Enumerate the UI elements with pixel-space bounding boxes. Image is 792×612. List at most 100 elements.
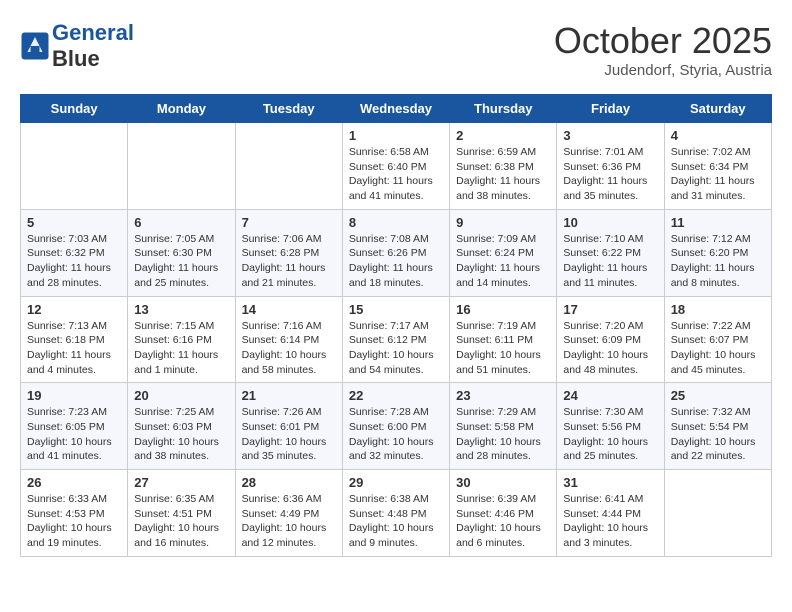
day-info: Sunrise: 6:33 AM Sunset: 4:53 PM Dayligh… <box>27 492 121 551</box>
day-info: Sunrise: 7:29 AM Sunset: 5:58 PM Dayligh… <box>456 405 550 464</box>
day-number: 21 <box>242 388 336 403</box>
day-info: Sunrise: 7:08 AM Sunset: 6:26 PM Dayligh… <box>349 232 443 291</box>
day-cell: 18 Sunrise: 7:22 AM Sunset: 6:07 PM Dayli… <box>664 296 771 383</box>
day-cell: 2Sunrise: 6:59 AM Sunset: 6:38 PM Daylig… <box>450 123 557 210</box>
week-row-1: 1 Sunrise: 6:58 AM Sunset: 6:40 PM Daylig… <box>21 123 772 210</box>
day-cell: 4Sunrise: 7:02 AM Sunset: 6:34 PM Daylig… <box>664 123 771 210</box>
day-cell: 11Sunrise: 7:12 AM Sunset: 6:20 PM Dayli… <box>664 209 771 296</box>
day-number: 26 <box>27 475 121 490</box>
day-number: 31 <box>563 475 657 490</box>
day-info: Sunrise: 7:28 AM Sunset: 6:00 PM Dayligh… <box>349 405 443 464</box>
day-cell: 26 Sunrise: 6:33 AM Sunset: 4:53 PM Dayli… <box>21 470 128 557</box>
day-number: 23 <box>456 388 550 403</box>
day-number: 8 <box>349 215 443 230</box>
day-cell: 12 Sunrise: 7:13 AM Sunset: 6:18 PM Dayli… <box>21 296 128 383</box>
day-number: 12 <box>27 302 121 317</box>
page-header: General Blue October 2025 Judendorf, Sty… <box>20 20 772 79</box>
weekday-monday: Monday <box>128 95 235 123</box>
day-number: 28 <box>242 475 336 490</box>
day-number: 2 <box>456 128 550 143</box>
day-info: Sunrise: 7:32 AM Sunset: 5:54 PM Dayligh… <box>671 405 765 464</box>
day-number: 1 <box>349 128 443 143</box>
day-info: Sunrise: 7:12 AM Sunset: 6:20 PM Dayligh… <box>671 232 765 291</box>
day-number: 10 <box>563 215 657 230</box>
day-number: 7 <box>242 215 336 230</box>
day-number: 5 <box>27 215 121 230</box>
day-info: Sunrise: 7:13 AM Sunset: 6:18 PM Dayligh… <box>27 319 121 378</box>
day-info: Sunrise: 6:39 AM Sunset: 4:46 PM Dayligh… <box>456 492 550 551</box>
day-cell: 15 Sunrise: 7:17 AM Sunset: 6:12 PM Dayli… <box>342 296 449 383</box>
day-info: Sunrise: 7:06 AM Sunset: 6:28 PM Dayligh… <box>242 232 336 291</box>
day-info: Sunrise: 7:10 AM Sunset: 6:22 PM Dayligh… <box>563 232 657 291</box>
logo-line2: Blue <box>52 46 134 72</box>
day-info: Sunrise: 6:38 AM Sunset: 4:48 PM Dayligh… <box>349 492 443 551</box>
day-cell: 29Sunrise: 6:38 AM Sunset: 4:48 PM Dayli… <box>342 470 449 557</box>
day-cell: 19Sunrise: 7:23 AM Sunset: 6:05 PM Dayli… <box>21 383 128 470</box>
day-cell: 28 Sunrise: 6:36 AM Sunset: 4:49 PM Dayli… <box>235 470 342 557</box>
weekday-friday: Friday <box>557 95 664 123</box>
day-number: 22 <box>349 388 443 403</box>
month-title: October 2025 <box>554 20 772 62</box>
day-number: 30 <box>456 475 550 490</box>
logo-icon <box>20 31 50 61</box>
day-info: Sunrise: 7:26 AM Sunset: 6:01 PM Dayligh… <box>242 405 336 464</box>
day-cell: 21 Sunrise: 7:26 AM Sunset: 6:01 PM Dayli… <box>235 383 342 470</box>
day-number: 18 <box>671 302 765 317</box>
calendar-header: SundayMondayTuesdayWednesdayThursdayFrid… <box>21 95 772 123</box>
weekday-thursday: Thursday <box>450 95 557 123</box>
day-number: 14 <box>242 302 336 317</box>
day-info: Sunrise: 7:01 AM Sunset: 6:36 PM Dayligh… <box>563 145 657 204</box>
day-info: Sunrise: 6:35 AM Sunset: 4:51 PM Dayligh… <box>134 492 228 551</box>
day-info: Sunrise: 7:09 AM Sunset: 6:24 PM Dayligh… <box>456 232 550 291</box>
location: Judendorf, Styria, Austria <box>554 62 772 79</box>
logo: General Blue <box>20 20 134 73</box>
day-cell: 24 Sunrise: 7:30 AM Sunset: 5:56 PM Dayli… <box>557 383 664 470</box>
day-cell: 10 Sunrise: 7:10 AM Sunset: 6:22 PM Dayli… <box>557 209 664 296</box>
day-cell <box>128 123 235 210</box>
calendar-table: SundayMondayTuesdayWednesdayThursdayFrid… <box>20 94 772 557</box>
day-cell: 23 Sunrise: 7:29 AM Sunset: 5:58 PM Dayli… <box>450 383 557 470</box>
day-cell: 25 Sunrise: 7:32 AM Sunset: 5:54 PM Dayli… <box>664 383 771 470</box>
day-info: Sunrise: 7:17 AM Sunset: 6:12 PM Dayligh… <box>349 319 443 378</box>
day-cell: 30 Sunrise: 6:39 AM Sunset: 4:46 PM Dayli… <box>450 470 557 557</box>
day-cell: 1 Sunrise: 6:58 AM Sunset: 6:40 PM Daylig… <box>342 123 449 210</box>
day-info: Sunrise: 6:36 AM Sunset: 4:49 PM Dayligh… <box>242 492 336 551</box>
day-info: Sunrise: 7:25 AM Sunset: 6:03 PM Dayligh… <box>134 405 228 464</box>
day-cell: 16Sunrise: 7:19 AM Sunset: 6:11 PM Dayli… <box>450 296 557 383</box>
day-number: 19 <box>27 388 121 403</box>
logo-text: General Blue <box>52 20 134 73</box>
day-info: Sunrise: 7:30 AM Sunset: 5:56 PM Dayligh… <box>563 405 657 464</box>
day-cell: 31 Sunrise: 6:41 AM Sunset: 4:44 PM Dayli… <box>557 470 664 557</box>
weekday-tuesday: Tuesday <box>235 95 342 123</box>
day-info: Sunrise: 7:20 AM Sunset: 6:09 PM Dayligh… <box>563 319 657 378</box>
day-cell <box>21 123 128 210</box>
day-cell: 6Sunrise: 7:05 AM Sunset: 6:30 PM Daylig… <box>128 209 235 296</box>
week-row-4: 19Sunrise: 7:23 AM Sunset: 6:05 PM Dayli… <box>21 383 772 470</box>
day-info: Sunrise: 6:41 AM Sunset: 4:44 PM Dayligh… <box>563 492 657 551</box>
day-number: 3 <box>563 128 657 143</box>
day-cell: 9Sunrise: 7:09 AM Sunset: 6:24 PM Daylig… <box>450 209 557 296</box>
day-number: 13 <box>134 302 228 317</box>
day-info: Sunrise: 7:16 AM Sunset: 6:14 PM Dayligh… <box>242 319 336 378</box>
day-info: Sunrise: 7:22 AM Sunset: 6:07 PM Dayligh… <box>671 319 765 378</box>
day-number: 25 <box>671 388 765 403</box>
day-cell: 20 Sunrise: 7:25 AM Sunset: 6:03 PM Dayli… <box>128 383 235 470</box>
weekday-saturday: Saturday <box>664 95 771 123</box>
weekday-wednesday: Wednesday <box>342 95 449 123</box>
day-number: 27 <box>134 475 228 490</box>
day-info: Sunrise: 6:58 AM Sunset: 6:40 PM Dayligh… <box>349 145 443 204</box>
logo-line1: General <box>52 20 134 45</box>
week-row-5: 26 Sunrise: 6:33 AM Sunset: 4:53 PM Dayli… <box>21 470 772 557</box>
day-number: 24 <box>563 388 657 403</box>
calendar-body: 1 Sunrise: 6:58 AM Sunset: 6:40 PM Daylig… <box>21 123 772 557</box>
weekday-sunday: Sunday <box>21 95 128 123</box>
day-cell: 8 Sunrise: 7:08 AM Sunset: 6:26 PM Daylig… <box>342 209 449 296</box>
day-number: 15 <box>349 302 443 317</box>
day-number: 20 <box>134 388 228 403</box>
day-cell: 14 Sunrise: 7:16 AM Sunset: 6:14 PM Dayli… <box>235 296 342 383</box>
day-cell: 13Sunrise: 7:15 AM Sunset: 6:16 PM Dayli… <box>128 296 235 383</box>
day-cell: 17Sunrise: 7:20 AM Sunset: 6:09 PM Dayli… <box>557 296 664 383</box>
day-cell <box>664 470 771 557</box>
day-number: 4 <box>671 128 765 143</box>
day-info: Sunrise: 7:19 AM Sunset: 6:11 PM Dayligh… <box>456 319 550 378</box>
